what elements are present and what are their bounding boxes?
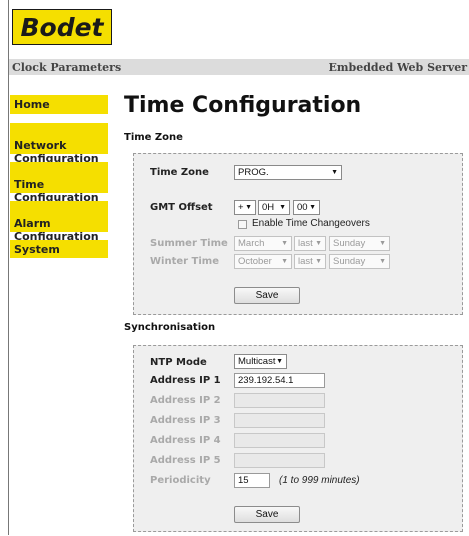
bodet-logo: Bodet	[12, 9, 112, 45]
gmt-sign-select[interactable]: + ▼	[234, 200, 256, 215]
nav-item-time-configuration[interactable]: Time Configuration	[10, 162, 108, 204]
logo-text: Bodet	[20, 12, 104, 42]
header-right-title: Embedded Web Server	[328, 61, 467, 74]
winter-week-select[interactable]: last ▼	[294, 254, 326, 269]
gmt-minutes-select[interactable]: 00 ▼	[293, 200, 320, 215]
address-ip-5-label: Address IP 5	[150, 455, 221, 466]
gmt-minutes-value: 00	[297, 202, 308, 213]
nav-item-system[interactable]: System	[10, 240, 108, 258]
time-zone-section-title: Time Zone	[124, 132, 183, 143]
header-left-title: Clock Parameters	[12, 61, 122, 74]
ntp-mode-label: NTP Mode	[150, 357, 207, 368]
winter-day-value: Sunday	[333, 256, 366, 267]
time-zone-label: Time Zone	[150, 167, 209, 178]
winter-month-select[interactable]: October ▼	[234, 254, 292, 269]
address-ip-3-input[interactable]	[234, 413, 325, 428]
periodicity-input[interactable]: 15	[234, 473, 270, 488]
gmt-sign-value: +	[238, 202, 244, 213]
dropdown-arrow-icon: ▼	[331, 169, 338, 176]
dropdown-arrow-icon: ▼	[276, 358, 283, 365]
nav-item-label: System	[14, 243, 60, 256]
page-title: Time Configuration	[124, 93, 362, 118]
winter-week-value: last	[298, 256, 313, 267]
ntp-mode-select[interactable]: Multicast ▼	[234, 354, 287, 369]
dropdown-arrow-icon: ▼	[379, 240, 386, 247]
summer-month-select[interactable]: March ▼	[234, 236, 292, 251]
dropdown-arrow-icon: ▼	[309, 204, 316, 211]
time-zone-value: PROG.	[238, 167, 269, 178]
summer-day-value: Sunday	[333, 238, 366, 249]
address-ip-2-label: Address IP 2	[150, 395, 221, 406]
ntp-mode-value: Multicast	[238, 356, 276, 367]
nav-item-alarm-configuration[interactable]: Alarm Configuration	[10, 201, 108, 243]
winter-time-label: Winter Time	[150, 256, 220, 267]
dropdown-arrow-icon: ▼	[281, 240, 288, 247]
synchronisation-save-button[interactable]: Save	[234, 506, 300, 523]
nav-item-home[interactable]: Home	[10, 95, 108, 114]
gmt-hours-select[interactable]: 0H ▼	[258, 200, 290, 215]
address-ip-3-label: Address IP 3	[150, 415, 221, 426]
address-ip-1-label: Address IP 1	[150, 375, 221, 386]
synchronisation-section-title: Synchronisation	[124, 322, 216, 333]
periodicity-label: Periodicity	[150, 475, 211, 486]
dropdown-arrow-icon: ▼	[245, 204, 252, 211]
time-zone-panel: Time Zone PROG. ▼ GMT Offset + ▼ 0H ▼ 00…	[133, 153, 463, 315]
time-zone-save-button[interactable]: Save	[234, 287, 300, 304]
address-ip-4-label: Address IP 4	[150, 435, 221, 446]
time-zone-select[interactable]: PROG. ▼	[234, 165, 342, 180]
enable-changeovers-label: Enable Time Changeovers	[252, 218, 370, 229]
gmt-offset-label: GMT Offset	[150, 202, 213, 213]
enable-changeovers-checkbox[interactable]	[238, 220, 247, 229]
header-bar: Clock Parameters Embedded Web Server	[9, 59, 469, 75]
dropdown-arrow-icon: ▼	[379, 258, 386, 265]
gmt-hours-value: 0H	[262, 202, 275, 213]
address-ip-5-input[interactable]	[234, 453, 325, 468]
dropdown-arrow-icon: ▼	[315, 258, 322, 265]
winter-month-value: October	[238, 256, 272, 267]
periodicity-hint: (1 to 999 minutes)	[279, 475, 360, 486]
winter-day-select[interactable]: Sunday ▼	[329, 254, 390, 269]
nav-item-label: Home	[14, 98, 50, 111]
summer-week-value: last	[298, 238, 313, 249]
summer-day-select[interactable]: Sunday ▼	[329, 236, 390, 251]
address-ip-4-input[interactable]	[234, 433, 325, 448]
dropdown-arrow-icon: ▼	[279, 204, 286, 211]
dropdown-arrow-icon: ▼	[281, 258, 288, 265]
synchronisation-panel: NTP Mode Multicast ▼ Address IP 1 239.19…	[133, 345, 463, 532]
address-ip-1-input[interactable]: 239.192.54.1	[234, 373, 325, 388]
save-button-label: Save	[255, 290, 279, 301]
summer-time-label: Summer Time	[150, 238, 228, 249]
address-ip-2-input[interactable]	[234, 393, 325, 408]
summer-week-select[interactable]: last ▼	[294, 236, 326, 251]
save-button-label: Save	[255, 509, 279, 520]
nav-item-network-configuration[interactable]: Network Configuration	[10, 123, 108, 165]
dropdown-arrow-icon: ▼	[315, 240, 322, 247]
summer-month-value: March	[238, 238, 265, 249]
